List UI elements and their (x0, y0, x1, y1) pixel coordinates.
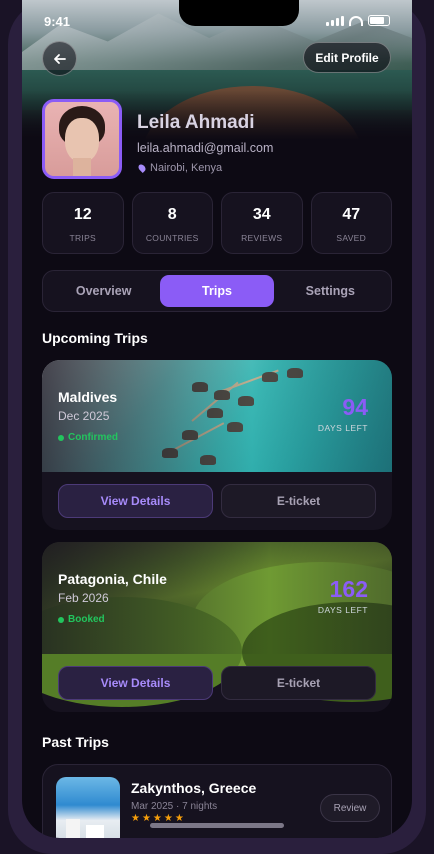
stats-row: 12 TRIPS 8 COUNTRIES 34 REVIEWS 47 SAVED (42, 192, 392, 254)
trip-status-text: Confirmed (68, 432, 118, 443)
avatar (42, 99, 122, 179)
arrow-left-icon (53, 53, 66, 64)
tab-overview[interactable]: Overview (47, 275, 160, 307)
trip-card-maldives[interactable]: Maldives Dec 2025 Confirmed 94 DAYS LEFT… (42, 360, 392, 530)
e-ticket-button[interactable]: E-ticket (221, 484, 376, 518)
trip-status-text: Booked (68, 614, 105, 625)
app-screen: 9:41 Edit Profile Leila Ahmadi leila.ahm… (22, 0, 412, 838)
e-ticket-button[interactable]: E-ticket (221, 666, 376, 700)
stat-trips[interactable]: 12 TRIPS (42, 192, 124, 254)
status-dot-icon (58, 616, 64, 623)
days-left: 94 DAYS LEFT (318, 394, 368, 433)
trip-status: Booked (58, 614, 105, 625)
status-time: 9:41 (44, 14, 71, 29)
past-trip-meta: Mar 2025 · 7 nights (131, 801, 218, 812)
trip-destination: Maldives (58, 389, 118, 405)
battery-icon (368, 15, 390, 26)
location-pin-icon (137, 163, 147, 173)
trip-date: Feb 2026 (58, 591, 109, 605)
status-bar: 9:41 (22, 12, 412, 32)
tab-settings[interactable]: Settings (274, 275, 387, 307)
stat-value: 12 (73, 206, 92, 223)
view-details-button[interactable]: View Details (58, 666, 213, 700)
profile-name: Leila Ahmadi (137, 112, 255, 133)
trip-status: Confirmed (58, 432, 118, 443)
upcoming-trips-title: Upcoming Trips (42, 330, 148, 346)
back-button[interactable] (42, 41, 77, 76)
stat-countries[interactable]: 8 COUNTRIES (131, 192, 213, 254)
tab-trips[interactable]: Trips (160, 275, 274, 307)
profile-tabs: Overview Trips Settings (42, 270, 392, 312)
profile-email: leila.ahmadi@gmail.com (137, 141, 274, 155)
review-button[interactable]: Review (320, 794, 380, 822)
status-dot-icon (58, 434, 64, 441)
wifi-icon (349, 15, 363, 26)
days-left-label: DAYS LEFT (317, 605, 368, 615)
stat-label: SAVED (336, 233, 367, 243)
home-indicator[interactable] (150, 823, 284, 828)
stat-label: REVIEWS (241, 233, 283, 243)
days-left: 162 DAYS LEFT (318, 576, 368, 615)
profile-location: Nairobi, Kenya (137, 162, 223, 174)
view-details-button[interactable]: View Details (58, 484, 213, 518)
stat-saved[interactable]: 47 SAVED (310, 192, 392, 254)
past-trips-title: Past Trips (42, 734, 109, 750)
stat-reviews[interactable]: 34 REVIEWS (221, 192, 303, 254)
trip-card-patagonia[interactable]: Patagonia, Chile Feb 2026 Booked 162 DAY… (42, 542, 392, 712)
stat-label: TRIPS (69, 233, 97, 243)
days-left-label: DAYS LEFT (317, 423, 368, 433)
past-trip-thumbnail (56, 777, 120, 838)
stat-value: 34 (252, 206, 271, 223)
days-left-value: 94 (342, 394, 368, 420)
edit-profile-button[interactable]: Edit Profile (303, 42, 391, 73)
past-trip-destination: Zakynthos, Greece (131, 780, 257, 796)
trip-destination: Patagonia, Chile (58, 571, 167, 587)
days-left-value: 162 (329, 576, 368, 602)
stat-label: COUNTRIES (145, 233, 199, 243)
stat-value: 8 (167, 206, 177, 223)
trip-date: Dec 2025 (58, 409, 110, 423)
location-text: Nairobi, Kenya (150, 162, 223, 174)
stat-value: 47 (342, 206, 361, 223)
signal-icon (326, 15, 344, 26)
